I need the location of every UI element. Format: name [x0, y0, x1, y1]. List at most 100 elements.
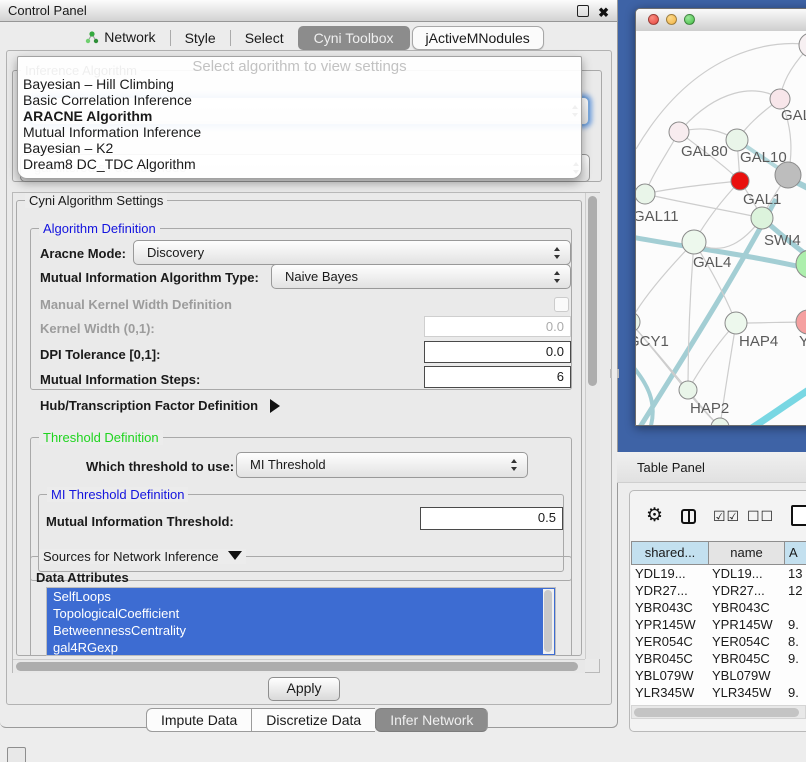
- tab-style[interactable]: Style: [173, 27, 228, 49]
- sources-title: Sources for Network Inference: [43, 549, 219, 564]
- table-horizontal-scrollbar[interactable]: [631, 705, 806, 719]
- network-node[interactable]: [751, 207, 773, 229]
- table-cell: YLR345W: [708, 684, 784, 701]
- network-node[interactable]: [770, 89, 790, 109]
- tab-impute-data[interactable]: Impute Data: [146, 708, 251, 732]
- algorithm-option[interactable]: Mutual Information Inference: [18, 124, 581, 140]
- sources-group-label[interactable]: Sources for Network Inference: [39, 549, 246, 564]
- unchecked-boxes-icon[interactable]: ☐☐: [747, 508, 774, 525]
- table-cell: YBR043C: [631, 599, 708, 616]
- table-header-shared-name[interactable]: shared...: [632, 542, 709, 564]
- table-cell: 12: [784, 582, 806, 599]
- column-layout-icon[interactable]: [681, 509, 696, 524]
- dpi-tolerance-field[interactable]: 0.0: [424, 341, 571, 363]
- mi-threshold-field[interactable]: 0.5: [420, 507, 563, 530]
- tab-discretize-data[interactable]: Discretize Data: [251, 708, 375, 732]
- tab-select[interactable]: Select: [233, 27, 296, 49]
- scrollbar-thumb[interactable]: [16, 662, 578, 671]
- algorithm-option[interactable]: Bayesian – K2: [18, 140, 581, 156]
- algorithm-option[interactable]: Dream8 DC_TDC Algorithm: [18, 156, 581, 172]
- table-row[interactable]: YPR145WYPR145W9.: [631, 616, 806, 633]
- network-node[interactable]: [636, 184, 655, 204]
- screen: Control Panel ✖ Network Style Select Cyn…: [0, 0, 806, 762]
- aracne-mode-combo[interactable]: Discovery: [133, 240, 571, 265]
- tab-cyni-toolbox[interactable]: Cyni Toolbox: [298, 26, 410, 50]
- mi-steps-field[interactable]: 6: [424, 366, 571, 388]
- manual-kernel-checkbox: [554, 297, 569, 312]
- table-row[interactable]: YBR045CYBR045C9.: [631, 650, 806, 667]
- network-icon: [85, 31, 99, 47]
- network-node[interactable]: [775, 162, 801, 188]
- attribute-list-item[interactable]: BetweennessCentrality: [47, 622, 555, 639]
- scrollbar-thumb[interactable]: [634, 708, 799, 717]
- algorithm-option[interactable]: ARACNE Algorithm: [18, 108, 581, 124]
- network-node-label: GAL11: [636, 208, 679, 225]
- checked-boxes-icon[interactable]: ☑☑: [713, 508, 740, 525]
- document-icon[interactable]: [791, 505, 806, 526]
- algorithm-option[interactable]: Basic Correlation Inference: [18, 92, 581, 108]
- attribute-table: shared... name A YDL19...YDL19...13YDR27…: [631, 541, 806, 705]
- table-row[interactable]: YDR27...YDR27...12: [631, 582, 806, 599]
- network-window-titlebar[interactable]: [636, 9, 806, 32]
- table-row[interactable]: YBR043CYBR043C: [631, 599, 806, 616]
- tab-network-label: Network: [104, 29, 155, 45]
- tab-jactivemnodules[interactable]: jActiveMNodules: [412, 26, 544, 50]
- gear-icon[interactable]: ⚙: [646, 504, 663, 527]
- minimize-traffic-light[interactable]: [666, 14, 677, 25]
- scrollbar-thumb[interactable]: [588, 196, 597, 386]
- collapsed-panel-icon[interactable]: [7, 747, 26, 762]
- network-node[interactable]: [799, 33, 806, 57]
- table-cell: 9.: [784, 616, 806, 633]
- close-icon[interactable]: ✖: [598, 2, 609, 24]
- apply-button[interactable]: Apply: [268, 677, 340, 701]
- network-node[interactable]: [796, 250, 806, 278]
- table-row[interactable]: YBL079WYBL079W: [631, 667, 806, 684]
- network-node[interactable]: [726, 129, 748, 151]
- panel-splitter-grip[interactable]: [610, 369, 619, 378]
- data-attributes-label: Data Attributes: [36, 570, 129, 585]
- table-row[interactable]: YER054CYER054C8.: [631, 633, 806, 650]
- network-node[interactable]: [636, 312, 640, 332]
- tab-network[interactable]: Network: [73, 26, 167, 50]
- network-node-label: GAL10: [740, 149, 787, 166]
- control-panel-titlebar[interactable]: Control Panel ✖: [0, 0, 617, 22]
- which-threshold-combo[interactable]: MI Threshold: [236, 452, 528, 478]
- table-header-col3[interactable]: A: [785, 542, 806, 564]
- algorithm-option[interactable]: Bayesian – Hill Climbing: [18, 76, 581, 92]
- data-attributes-list: SelfLoopsTopologicalCoefficientBetweenne…: [46, 587, 556, 656]
- control-panel-tabbar: Network Style Select Cyni Toolbox jActiv…: [0, 24, 617, 51]
- hub-definition-toggle[interactable]: Hub/Transcription Factor Definition: [40, 398, 280, 413]
- attribute-list-item[interactable]: gal4RGexp: [47, 639, 555, 656]
- scrollbar-thumb[interactable]: [544, 590, 552, 652]
- network-node[interactable]: [711, 418, 729, 425]
- network-node[interactable]: [731, 172, 749, 190]
- table-cell: YBR045C: [708, 650, 784, 667]
- aracne-mode-value: Discovery: [147, 245, 204, 260]
- network-node-label: HAP4: [739, 333, 778, 350]
- tab-infer-network[interactable]: Infer Network: [375, 708, 488, 732]
- close-traffic-light[interactable]: [648, 14, 659, 25]
- list-scrollbar[interactable]: [543, 589, 554, 654]
- network-node[interactable]: [669, 122, 689, 142]
- mi-type-combo[interactable]: Naive Bayes: [271, 264, 571, 289]
- network-view-window: GALGAL80GAL10GAL1GAL11SWI4GAL4GCY1YHAP4H…: [635, 8, 806, 426]
- table-cell: YLR345W: [631, 684, 708, 701]
- which-threshold-label: Which threshold to use:: [86, 459, 234, 474]
- settings-horizontal-scrollbar[interactable]: [13, 659, 585, 673]
- network-node-label: GAL80: [681, 143, 728, 160]
- combo-spinner-icon: [554, 271, 561, 283]
- attribute-list-item[interactable]: TopologicalCoefficient: [47, 605, 555, 622]
- settings-vertical-scrollbar[interactable]: [585, 193, 600, 659]
- attribute-list-item[interactable]: SelfLoops: [47, 588, 555, 605]
- zoom-traffic-light[interactable]: [684, 14, 695, 25]
- network-node[interactable]: [796, 310, 806, 334]
- network-canvas[interactable]: GALGAL80GAL10GAL1GAL11SWI4GAL4GCY1YHAP4H…: [636, 31, 806, 425]
- network-node[interactable]: [682, 230, 706, 254]
- table-header-name[interactable]: name: [709, 542, 785, 564]
- table-row[interactable]: YDL19...YDL19...13: [631, 565, 806, 582]
- float-window-icon[interactable]: [577, 5, 589, 17]
- network-node[interactable]: [679, 381, 697, 399]
- table-row[interactable]: YLR345WYLR345W9.: [631, 684, 806, 701]
- combo-spinner-icon: [554, 247, 561, 259]
- network-node[interactable]: [725, 312, 747, 334]
